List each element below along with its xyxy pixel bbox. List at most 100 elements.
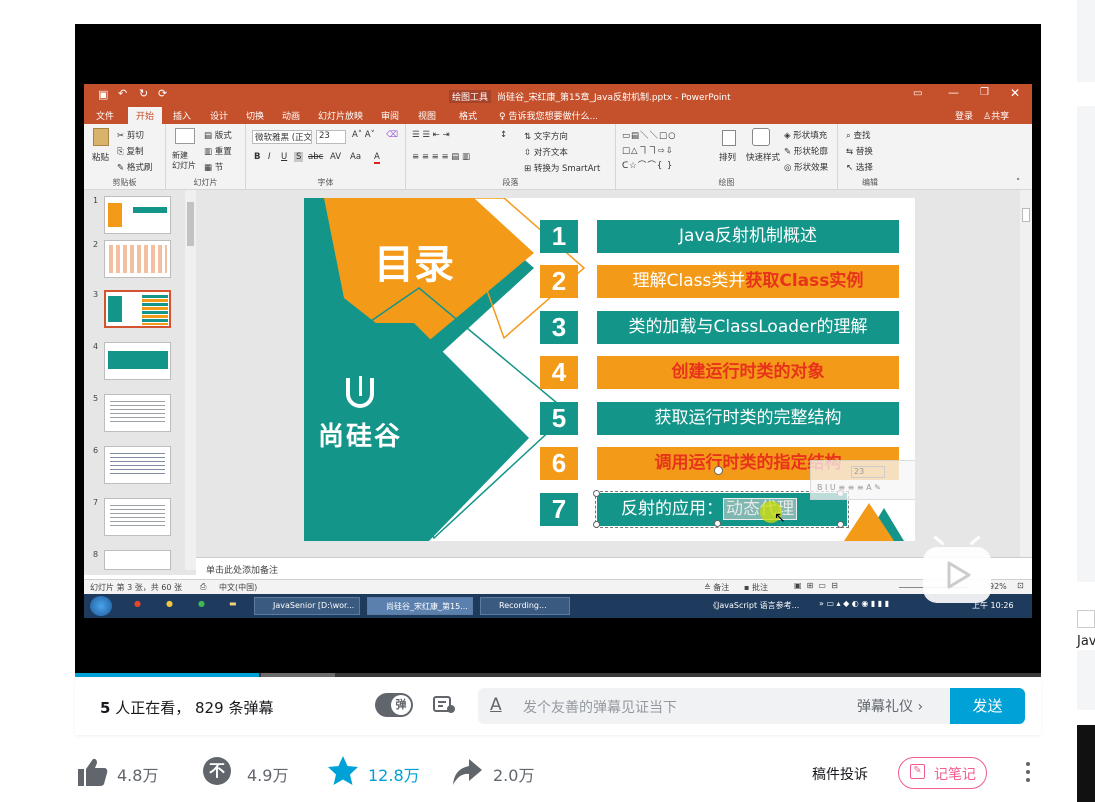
font-name-select[interactable]: 微软雅黑 (正文) (252, 130, 312, 144)
slide-thumbnail-selected[interactable] (104, 290, 171, 328)
shapes-gallery[interactable]: ▭▤＼＼□○ (622, 129, 677, 141)
quick-access-icon[interactable]: ⟳ (158, 87, 167, 100)
tab-animations[interactable]: 动画 (282, 109, 300, 122)
thumbnail-scrollbar[interactable] (185, 190, 196, 570)
folder-icon[interactable]: ▬ (229, 599, 237, 608)
quick-styles-icon[interactable] (752, 128, 770, 146)
replace-button[interactable]: ⇆ 替换 (846, 145, 873, 157)
danmaku-settings-icon[interactable] (433, 694, 457, 716)
bold-icon[interactable]: B (254, 152, 260, 162)
tab-view[interactable]: 视图 (418, 109, 436, 122)
tab-transitions[interactable]: 切换 (246, 109, 264, 122)
grow-font-icon[interactable]: A˄ A˅ (352, 130, 375, 140)
rotate-handle-icon[interactable] (714, 466, 723, 475)
danmaku-etiquette-link[interactable]: 弹幕礼仪 › (857, 696, 923, 716)
shape-fill-button[interactable]: ◈ 形状填充 (784, 129, 827, 141)
resize-handle[interactable] (593, 490, 600, 497)
close-icon[interactable]: ✕ (1010, 86, 1020, 100)
play-button[interactable] (923, 535, 991, 603)
align-text-button[interactable]: ⇳ 对齐文本 (524, 146, 568, 158)
text-direction-button[interactable]: ⇅ 文字方向 (524, 130, 568, 142)
recommend-title[interactable]: Jav (1077, 634, 1095, 649)
shape-effects-button[interactable]: ◎ 形状效果 (784, 161, 828, 173)
notes-button[interactable]: ≙ 备注 (704, 582, 729, 593)
line-spacing-icon[interactable]: ↕ (500, 130, 507, 140)
select-button[interactable]: ↖ 选择 (846, 161, 873, 173)
taskbar-item[interactable]: JavaSenior [D:\wor... (254, 597, 360, 615)
bullets-icon[interactable]: ☰ ☰ ⇤ ⇥ (412, 130, 450, 140)
tab-design[interactable]: 设计 (210, 109, 228, 122)
fit-slide-icon[interactable]: ⊡ (1017, 581, 1024, 590)
tab-format[interactable]: 格式 (459, 109, 477, 122)
comments-button[interactable]: ▪ 批注 (744, 582, 768, 593)
slide-thumbnail[interactable] (104, 394, 171, 432)
danmaku-toggle[interactable]: 弹 (375, 693, 413, 717)
recommend-card[interactable] (1077, 0, 1095, 82)
notes-button[interactable]: ✎ 记笔记 (898, 757, 987, 789)
quick-styles-button[interactable]: 快速样式 (746, 151, 780, 163)
shadow-icon[interactable]: S (294, 152, 304, 162)
save-icon[interactable]: ▣ (98, 88, 108, 101)
maximize-icon[interactable]: ❐ (980, 87, 989, 98)
slide-thumbnail[interactable] (104, 240, 171, 278)
undo-icon[interactable]: ↶ (118, 87, 127, 100)
tab-insert[interactable]: 插入 (173, 109, 191, 122)
new-slide-button[interactable]: 新建 幻灯片 (172, 151, 196, 171)
share-button[interactable]: ♙共享 (983, 109, 1009, 122)
recommend-thumbnail[interactable] (1077, 725, 1095, 802)
spellcheck-icon[interactable]: ⎙ (200, 582, 206, 592)
send-button[interactable]: 发送 (950, 688, 1025, 724)
clear-format-icon[interactable]: ⌫ (386, 130, 398, 140)
cut-button[interactable]: ✂ 剪切 (117, 129, 144, 141)
reset-button[interactable]: ▥ 重置 (204, 145, 232, 157)
paste-button[interactable]: 粘贴 (92, 151, 109, 163)
slide-thumbnail[interactable] (104, 342, 171, 380)
tray-icons[interactable]: » ▭ ▴ ◆ ◐ ◉ ▮ ▮ ▮ (819, 599, 889, 608)
recommend-card[interactable] (1077, 106, 1095, 582)
slide-canvas[interactable]: 目录 尚硅谷 1 Java反射机制概述 2 理解Class类并获取Class实例… (304, 198, 915, 541)
find-button[interactable]: ⌕ 查找 (846, 129, 870, 141)
tray-tooltip[interactable]: 《JavaScript 语言参考... (709, 600, 799, 611)
mini-toolbar[interactable]: 23 B I U ≡ ≡ ≡ A ✎ (810, 460, 915, 500)
section-button[interactable]: ▦ 节 (204, 161, 223, 173)
taskbar-item[interactable]: Recording... (480, 597, 570, 615)
more-icon[interactable] (1025, 762, 1031, 784)
char-spacing-icon[interactable]: AV (330, 152, 341, 162)
minimize-icon[interactable]: — (948, 86, 959, 99)
paste-icon[interactable] (93, 128, 109, 146)
scroll-thumb[interactable] (187, 202, 194, 246)
recommend-card[interactable] (1077, 650, 1095, 710)
smartart-button[interactable]: ⊞ 转换为 SmartArt (524, 162, 600, 174)
app-icon[interactable]: ● (166, 599, 173, 608)
tab-review[interactable]: 审阅 (381, 109, 399, 122)
new-slide-icon[interactable] (175, 128, 195, 144)
mini-font-size[interactable]: 23 (851, 466, 885, 478)
tab-file[interactable]: 文件 (96, 109, 114, 122)
start-button-icon[interactable] (90, 596, 112, 616)
text-style-icon[interactable]: A (490, 695, 502, 715)
slide-thumbnail[interactable] (104, 196, 171, 234)
danmaku-input[interactable]: A 发个友善的弹幕见证当下 弹幕礼仪 › (478, 688, 950, 724)
view-buttons[interactable]: ▣ ⊞ ▭ ⊟ (794, 581, 838, 590)
copy-button[interactable]: ⎘ 复制 (117, 145, 144, 157)
like-button[interactable]: 4.8万 (75, 755, 195, 791)
shape-outline-button[interactable]: ✎ 形状轮廓 (784, 145, 828, 157)
layout-button[interactable]: ▤ 版式 (204, 129, 232, 141)
slide-thumbnail[interactable] (104, 550, 171, 570)
mini-format-icons[interactable]: B I U ≡ ≡ ≡ A ✎ (817, 483, 881, 492)
slide-thumbnail[interactable] (104, 446, 171, 484)
scroll-thumb[interactable] (1022, 208, 1030, 222)
tab-home[interactable]: 开始 (128, 107, 163, 124)
chrome-icon[interactable]: ● (198, 599, 205, 608)
font-color-icon[interactable]: A (374, 152, 380, 164)
zoom-level[interactable]: 92% (989, 582, 1007, 591)
redo-icon[interactable]: ↻ (139, 87, 148, 100)
dislike-button[interactable]: 不 4.9万 (203, 755, 313, 791)
font-size-select[interactable]: 23 (316, 130, 346, 144)
arrange-icon[interactable] (722, 130, 736, 146)
ribbon-display-icon[interactable]: ▭ (913, 88, 922, 99)
notes-pane[interactable]: 单击此处添加备注 (196, 557, 1032, 579)
app-icon[interactable]: ● (134, 599, 141, 608)
strikethrough-icon[interactable]: abc (308, 152, 323, 162)
tell-me-box[interactable]: ♀ 告诉我您想要做什么... (499, 109, 598, 122)
